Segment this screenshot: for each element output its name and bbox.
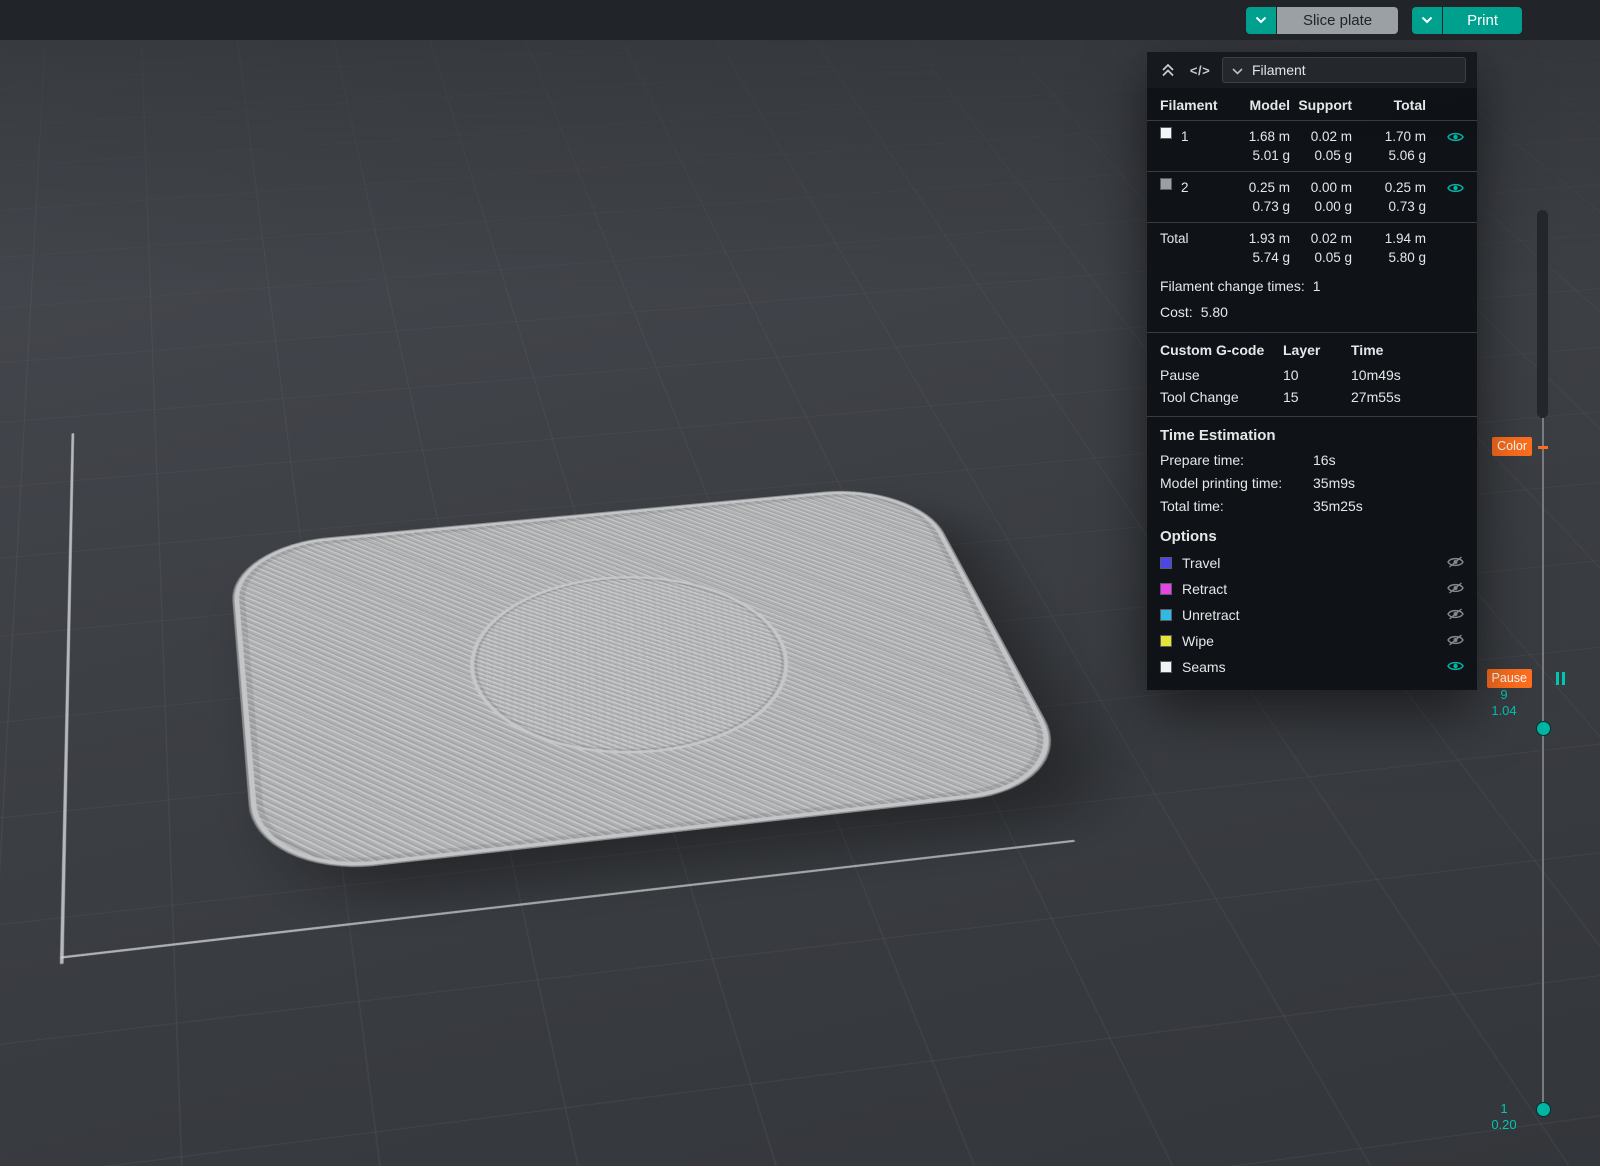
- col-header-model: Model: [1249, 97, 1290, 113]
- eye-off-icon[interactable]: [1447, 606, 1464, 624]
- col-header-support: Support: [1298, 97, 1352, 113]
- upper-layer-height: 1.04: [1491, 703, 1517, 718]
- time-estimation-section: Time Estimation Prepare time: 16s Model p…: [1147, 416, 1477, 518]
- table-row: 1 1.68 m 5.01 g 0.02 m 0.05 g 1.70 m 5.06 g: [1147, 120, 1477, 171]
- table-total-row: Total 1.93 m 5.74 g 0.02 m 0.05 g 1.94 m 5.…: [1147, 222, 1477, 273]
- slice-plate-button-group: Slice plate: [1245, 6, 1399, 34]
- time-estimation-title: Time Estimation: [1147, 416, 1477, 449]
- lower-layer-number: 1: [1500, 1101, 1508, 1116]
- options-section: Options Travel Retract Unretract Wipe Se…: [1147, 518, 1477, 680]
- sliced-model-center-oval: [452, 563, 821, 770]
- lower-handle-labels: 1 0.20: [1482, 1101, 1526, 1133]
- purge-line-vertical: [59, 433, 75, 965]
- top-toolbar: Slice plate Print: [0, 0, 1600, 40]
- cost-value: 5.80: [1200, 304, 1228, 320]
- gcode-header: Custom G-code Layer Time: [1147, 332, 1477, 364]
- option-swatch: [1160, 583, 1172, 595]
- custom-gcode-section: Custom G-code Layer Time Pause 10 10m49s…: [1147, 332, 1477, 408]
- option-swatch: [1160, 609, 1172, 621]
- filament-table: Filament Model Support Total 1 1.68 m 5.0…: [1147, 88, 1477, 273]
- col-header-total: Total: [1393, 97, 1426, 113]
- color-change-badge: Color: [1492, 437, 1532, 456]
- pause-badge: Pause: [1486, 669, 1532, 688]
- option-travel: Travel: [1147, 550, 1477, 576]
- sliced-model[interactable]: [230, 484, 1079, 878]
- option-swatch: [1160, 661, 1172, 673]
- time-row: Total time: 35m25s: [1160, 498, 1363, 514]
- time-row: Model printing time: 35m9s: [1160, 475, 1356, 491]
- layer-slider-upper-handle[interactable]: [1536, 721, 1551, 736]
- option-unretract: Unretract: [1147, 602, 1477, 628]
- pause-icon: [1556, 672, 1565, 685]
- option-wipe: Wipe: [1147, 628, 1477, 654]
- eye-icon[interactable]: [1447, 658, 1464, 676]
- table-row: 2 0.25 m 0.73 g 0.00 m 0.00 g 0.25 m 0.73 g: [1147, 171, 1477, 222]
- gcode-row: Tool Change 15 27m55s: [1160, 389, 1401, 405]
- preview-info-panel: </> Filament Filament Model Support Tota…: [1147, 52, 1477, 690]
- filament-change-times: Filament change times: 1: [1160, 278, 1321, 294]
- print-button[interactable]: Print: [1443, 6, 1522, 34]
- option-swatch: [1160, 557, 1172, 569]
- col-header-filament: Filament: [1160, 97, 1218, 113]
- filament-table-header: Filament Model Support Total: [1147, 88, 1477, 120]
- purge-line-horizontal: [60, 839, 1076, 959]
- chevron-down-icon: [1232, 62, 1243, 78]
- eye-off-icon[interactable]: [1447, 632, 1464, 650]
- print-dropdown-button[interactable]: [1412, 6, 1443, 34]
- collapse-icon[interactable]: [1158, 60, 1178, 80]
- cost-line: Cost: 5.80: [1160, 304, 1228, 320]
- upper-layer-number: 9: [1500, 687, 1508, 702]
- slice-plate-dropdown-button[interactable]: [1245, 6, 1276, 34]
- total-label: Total: [1160, 231, 1189, 246]
- filament-id: 1: [1181, 129, 1189, 144]
- legend-type-select[interactable]: Filament: [1222, 57, 1466, 83]
- upper-handle-labels: 9 1.04: [1482, 687, 1526, 719]
- color-change-tick: [1538, 446, 1548, 449]
- filament-swatch[interactable]: [1160, 178, 1172, 190]
- layer-slider-scroll-thumb[interactable]: [1537, 210, 1548, 418]
- slicer-preview-window: Slice plate Print </> Filament Filament …: [0, 0, 1600, 1166]
- chevron-down-icon: [1421, 11, 1433, 29]
- gcode-icon[interactable]: </>: [1190, 60, 1210, 80]
- options-title: Options: [1160, 528, 1217, 545]
- filament-change-value: 1: [1312, 278, 1321, 294]
- eye-off-icon[interactable]: [1447, 580, 1464, 598]
- legend-select-value: Filament: [1252, 62, 1306, 78]
- slice-plate-button[interactable]: Slice plate: [1276, 6, 1399, 34]
- layer-slider-lower-handle[interactable]: [1536, 1102, 1551, 1117]
- panel-header: </> Filament: [1147, 52, 1477, 88]
- filament-swatch[interactable]: [1160, 127, 1172, 139]
- eye-icon[interactable]: [1447, 180, 1464, 199]
- option-retract: Retract: [1147, 576, 1477, 602]
- eye-off-icon[interactable]: [1447, 554, 1464, 572]
- time-row: Prepare time: 16s: [1160, 452, 1336, 468]
- option-seams: Seams: [1147, 654, 1477, 680]
- eye-icon[interactable]: [1447, 129, 1464, 148]
- lower-layer-height: 0.20: [1491, 1117, 1517, 1132]
- filament-id: 2: [1181, 180, 1189, 195]
- print-button-group: Print: [1412, 6, 1522, 34]
- chevron-down-icon: [1255, 11, 1267, 29]
- gcode-row: Pause 10 10m49s: [1160, 367, 1401, 383]
- option-swatch: [1160, 635, 1172, 647]
